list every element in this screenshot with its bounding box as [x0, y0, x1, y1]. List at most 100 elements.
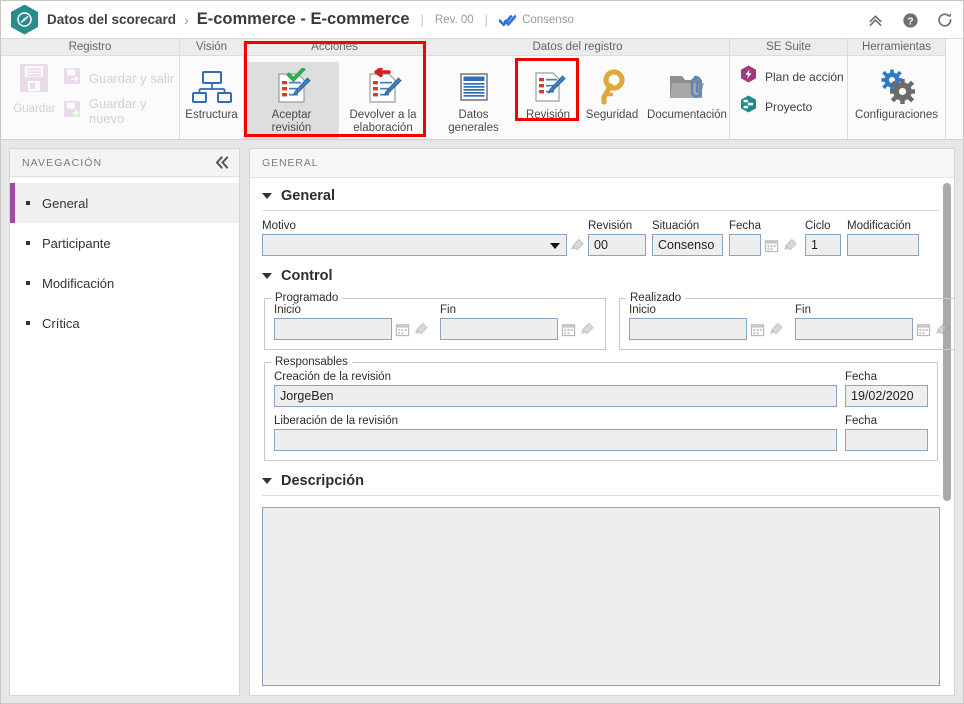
- sidebar-item-critica[interactable]: Crítica: [10, 303, 239, 343]
- sidebar-item-general[interactable]: General: [10, 183, 239, 223]
- folder-attachment-icon: [668, 66, 706, 108]
- estructura-button[interactable]: Estructura: [180, 62, 243, 126]
- field-motivo: Motivo: [262, 220, 586, 256]
- ribbon-group-acciones-title: Acciones: [244, 39, 425, 56]
- fecha-input[interactable]: [729, 234, 761, 256]
- fieldset-realizado: Realizado Inicio Fin: [619, 292, 954, 350]
- ribbon-group-herramientas: Herramientas Configuraciones: [848, 39, 946, 139]
- save-exit-icon: [62, 66, 82, 91]
- save-button-label: Guardar: [13, 103, 56, 115]
- guardar-y-nuevo-button: Guardar y nuevo: [62, 96, 179, 126]
- field-situacion: Situación Consenso: [652, 220, 723, 256]
- general-data-icon: [456, 66, 492, 108]
- caret-down-icon[interactable]: [262, 478, 272, 484]
- section-header-general: General: [262, 178, 940, 211]
- caret-down-icon[interactable]: [262, 273, 272, 279]
- field-modificacion: Modificación: [847, 220, 919, 256]
- bullet-icon: [26, 201, 30, 205]
- calendar-icon[interactable]: [763, 236, 780, 255]
- programado-fin-clear-button[interactable]: [579, 320, 596, 339]
- liberacion-fecha-input[interactable]: [845, 429, 928, 451]
- ciclo-input[interactable]: 1: [805, 234, 841, 256]
- field-programado-inicio: Inicio: [274, 304, 430, 340]
- devolver-a-la-elaboracion-label: Devolver a la elaboración: [349, 109, 417, 134]
- modificacion-input[interactable]: [847, 234, 919, 256]
- help-icon[interactable]: ?: [900, 10, 920, 30]
- programado-fin-input[interactable]: [440, 318, 558, 340]
- ribbon-group-vision-title: Visión: [180, 39, 243, 56]
- calendar-icon[interactable]: [394, 320, 411, 339]
- configuraciones-label: Configuraciones: [854, 109, 939, 121]
- field-realizado-fin: Fin: [795, 304, 951, 340]
- motivo-select[interactable]: [262, 234, 567, 256]
- fieldset-programado-legend: Programado: [275, 292, 339, 304]
- seguridad-button[interactable]: Seguridad: [579, 62, 645, 126]
- plan-de-accion-label: Plan de acción: [765, 69, 844, 84]
- realizado-fin-clear-button[interactable]: [934, 320, 951, 339]
- chevron-double-up-icon[interactable]: [865, 10, 885, 30]
- field-liberacion-revision-label: Liberación de la revisión: [274, 415, 399, 427]
- calendar-icon[interactable]: [915, 320, 932, 339]
- motivo-clear-button[interactable]: [569, 236, 586, 255]
- ribbon-group-herramientas-title: Herramientas: [848, 39, 945, 56]
- control-rows: Programado Inicio Fin Realizado Inicio F…: [262, 292, 954, 350]
- revision-label: Revisión: [525, 109, 571, 121]
- field-fecha: Fecha: [729, 220, 799, 256]
- ribbon-group-datos-del-registro-title: Datos del registro: [426, 39, 729, 56]
- sidebar-item-critica-label: Crítica: [42, 315, 80, 331]
- calendar-icon[interactable]: [749, 320, 766, 339]
- plan-de-accion-button[interactable]: Plan de acción: [740, 65, 844, 88]
- realizado-inicio-clear-button[interactable]: [768, 320, 785, 339]
- title-divider-2: |: [484, 12, 489, 27]
- creacion-revision-input[interactable]: JorgeBen: [274, 385, 837, 407]
- refresh-icon[interactable]: [935, 10, 955, 30]
- datos-generales-button[interactable]: Datos generales: [430, 62, 517, 139]
- aceptar-revision-button[interactable]: Aceptar revisión: [244, 62, 339, 139]
- documentacion-button[interactable]: Documentación: [645, 62, 729, 126]
- liberacion-revision-input[interactable]: [274, 429, 837, 451]
- page-body: NAVEGACIÓN General Participante Modifica…: [1, 140, 963, 703]
- field-creacion-fecha-label: Fecha: [845, 371, 877, 383]
- documentacion-label: Documentación: [647, 109, 727, 121]
- revision-button[interactable]: Revisión: [517, 62, 579, 126]
- field-realizado-inicio-label: Inicio: [629, 304, 656, 316]
- proyecto-button[interactable]: Proyecto: [740, 95, 812, 118]
- project-icon: [740, 95, 757, 118]
- realizado-inicio-input[interactable]: [629, 318, 747, 340]
- situacion-input[interactable]: Consenso: [652, 234, 723, 256]
- navigation-header-label: NAVEGACIÓN: [22, 156, 103, 169]
- navigation-header: NAVEGACIÓN: [10, 149, 239, 177]
- chevron-double-left-icon[interactable]: [215, 156, 230, 169]
- save-new-icon: [62, 99, 82, 124]
- guardar-y-salir-button: Guardar y salir: [62, 66, 179, 91]
- sidebar-item-modificacion[interactable]: Modificación: [10, 263, 239, 303]
- devolver-a-la-elaboracion-button[interactable]: Devolver a la elaboración: [341, 62, 425, 139]
- ribbon-group-registro-title: Registro: [1, 39, 179, 56]
- sidebar-item-participante[interactable]: Participante: [10, 223, 239, 263]
- creacion-fecha-input[interactable]: 19/02/2020: [845, 385, 928, 407]
- save-button: Guardar: [7, 60, 62, 115]
- field-revision-label: Revisión: [588, 220, 633, 232]
- field-revision: Revisión 00: [588, 220, 646, 256]
- caret-down-icon[interactable]: [262, 193, 272, 199]
- aceptar-revision-label: Aceptar revisión: [271, 109, 312, 134]
- field-liberacion-fecha: Fecha: [845, 415, 928, 451]
- datos-generales-label: Datos generales: [448, 109, 499, 134]
- ribbon-group-acciones: Acciones Aceptar revisión Devolver a la …: [244, 39, 426, 139]
- programado-inicio-input[interactable]: [274, 318, 392, 340]
- ribbon-group-se-suite-title: SE Suite: [730, 39, 847, 56]
- revision-input[interactable]: 00: [588, 234, 646, 256]
- field-programado-fin: Fin: [440, 304, 596, 340]
- calendar-icon[interactable]: [560, 320, 577, 339]
- fecha-clear-button[interactable]: [782, 236, 799, 255]
- seguridad-label: Seguridad: [585, 109, 639, 121]
- ribbon-toolbar: Registro Guardar Guardar y salir Guardar…: [1, 39, 963, 140]
- descripcion-textarea[interactable]: [262, 507, 940, 686]
- breadcrumb-root[interactable]: Datos del scorecard: [47, 12, 176, 27]
- status-badge: Consenso: [499, 13, 574, 27]
- programado-inicio-clear-button[interactable]: [413, 320, 430, 339]
- configuraciones-button[interactable]: Configuraciones: [848, 62, 945, 126]
- review-icon: [529, 66, 567, 108]
- realizado-fin-input[interactable]: [795, 318, 913, 340]
- bullet-icon: [26, 321, 30, 325]
